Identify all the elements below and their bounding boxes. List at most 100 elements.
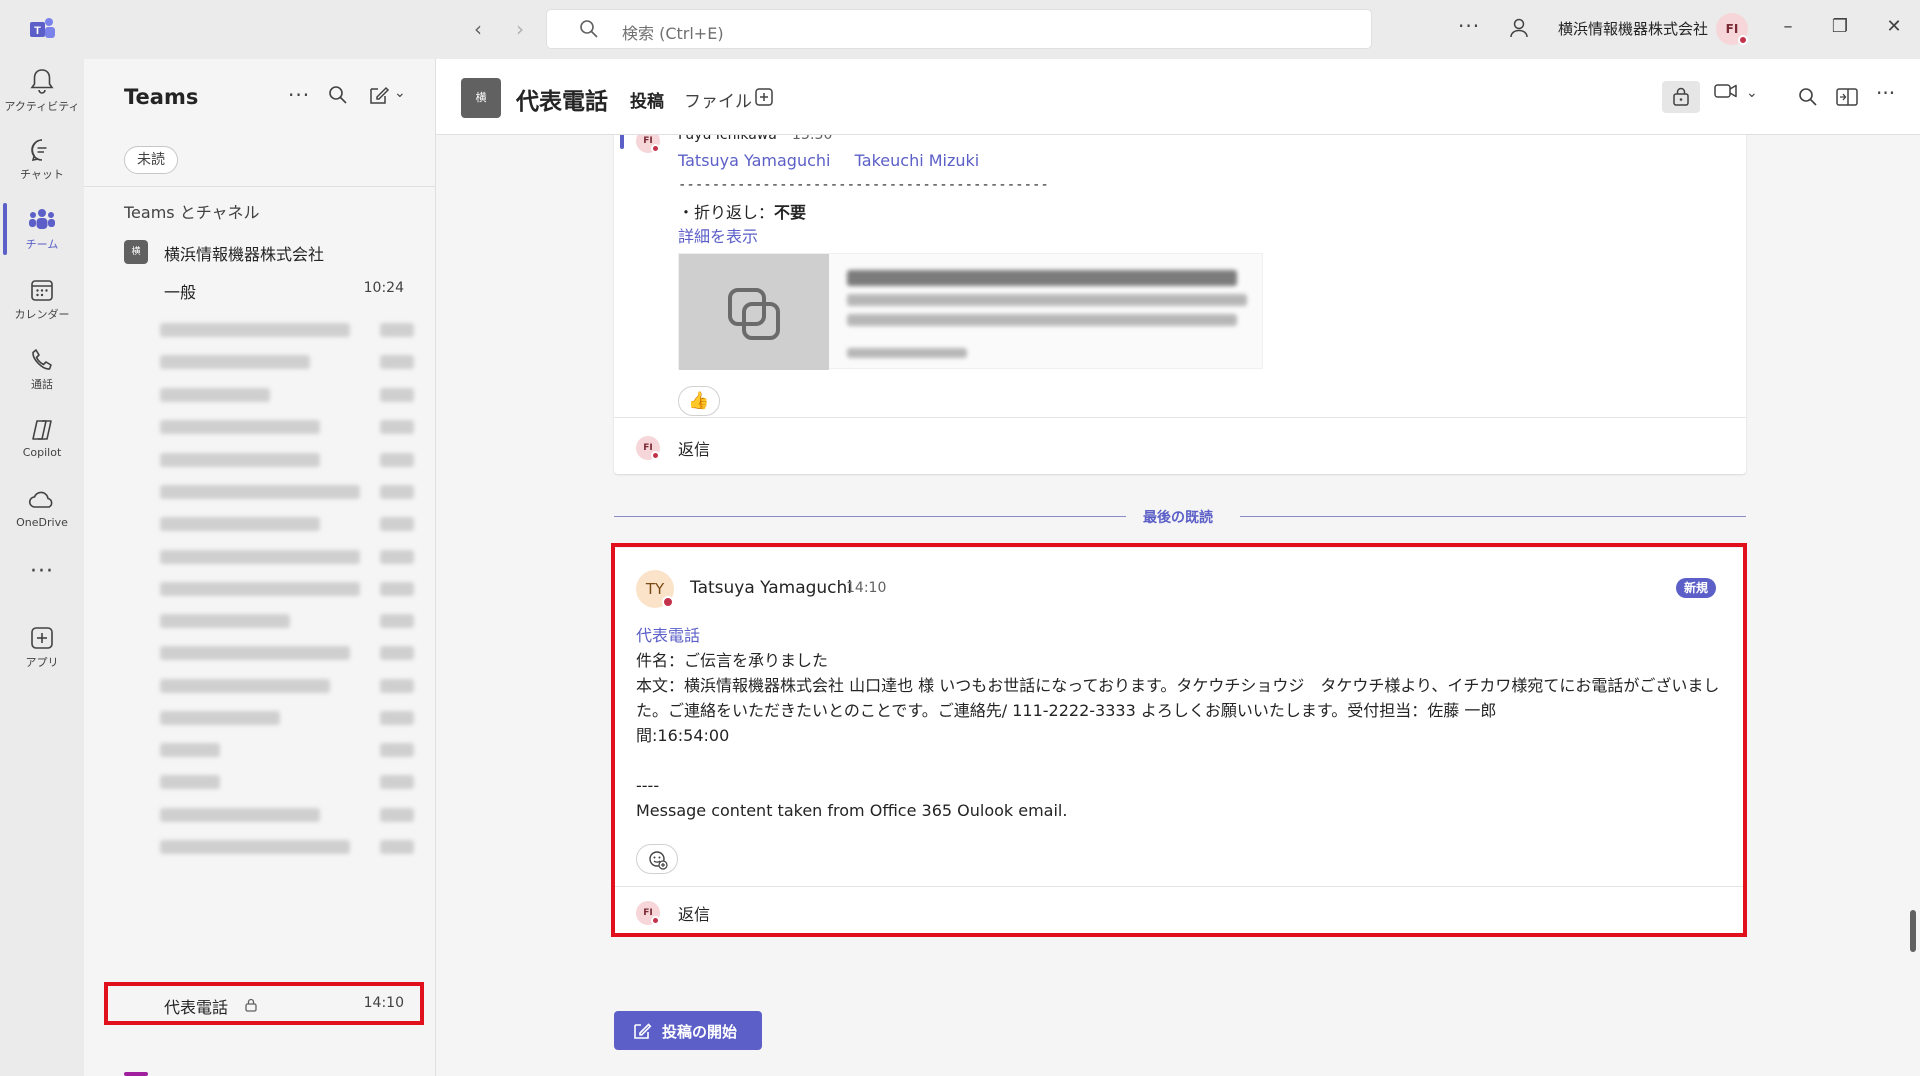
user-avatar[interactable]: FI bbox=[1716, 13, 1748, 45]
channel-title: 代表電話 bbox=[516, 89, 608, 115]
svg-text:T: T bbox=[34, 25, 41, 37]
last-read-divider: 最後の既読 bbox=[614, 507, 1746, 527]
mentions: Tatsuya Yamaguchi Takeuchi Mizuki bbox=[678, 151, 979, 170]
chevron-down-icon[interactable]: ⌄ bbox=[394, 85, 406, 101]
mention-link[interactable]: Takeuchi Mizuki bbox=[855, 151, 980, 170]
more-apps-icon[interactable]: ··· bbox=[0, 559, 84, 599]
open-in-pane-icon[interactable] bbox=[1836, 87, 1858, 107]
minimize-icon[interactable]: – bbox=[1776, 16, 1800, 37]
pane-title: Teams bbox=[124, 85, 199, 109]
selected-channel-highlight bbox=[104, 982, 424, 1025]
phone-icon bbox=[32, 349, 52, 370]
search-icon bbox=[580, 20, 598, 38]
compose-icon[interactable] bbox=[368, 85, 390, 105]
bell-icon bbox=[30, 69, 54, 94]
reply-row[interactable]: FI 返信 bbox=[614, 417, 1746, 475]
channel-name: 一般 bbox=[164, 283, 197, 302]
rail-label: アクティビティ bbox=[4, 100, 80, 113]
link-chain-icon bbox=[728, 288, 780, 340]
presence-busy-icon bbox=[1738, 35, 1748, 45]
copilot-icon bbox=[32, 420, 52, 440]
presence-busy-icon bbox=[651, 144, 660, 153]
like-reaction[interactable]: 👍 bbox=[678, 386, 720, 416]
app-rail: アクティビティ チャット チーム カレンダー 通話 Copilot OneDri… bbox=[0, 59, 84, 1076]
search-placeholder: 検索 (Ctrl+E) bbox=[622, 24, 724, 43]
reply-avatar: FI bbox=[636, 436, 660, 460]
reply-label: 返信 bbox=[678, 440, 711, 459]
message-card-previous: FI Fuyu Ichikawa 13:30 Tatsuya Yamaguchi… bbox=[614, 135, 1746, 474]
title-bar: T ‹ › 検索 (Ctrl+E) ··· 横浜情報機器株式会社 FI – ❐ … bbox=[0, 0, 1920, 59]
user-initials: FI bbox=[1725, 22, 1739, 36]
search-input[interactable]: 検索 (Ctrl+E) bbox=[546, 9, 1372, 49]
section-header[interactable]: Teams とチャネル bbox=[124, 199, 260, 223]
channel-item-general[interactable]: 一般 10:24 bbox=[164, 279, 404, 303]
redacted-preview-text bbox=[847, 294, 1247, 306]
chat-icon bbox=[31, 139, 47, 162]
rail-label: OneDrive bbox=[16, 516, 68, 529]
lock-bag-icon bbox=[1673, 87, 1689, 106]
channel-search-icon[interactable] bbox=[1798, 87, 1818, 107]
filter-search-icon[interactable] bbox=[328, 85, 348, 105]
rail-label: 通話 bbox=[31, 378, 53, 391]
rail-calendar[interactable]: カレンダー bbox=[0, 277, 84, 341]
close-icon[interactable]: ✕ bbox=[1882, 16, 1906, 37]
team-name: 横浜情報機器株式会社 bbox=[164, 245, 325, 264]
channel-list-pane: Teams ··· ⌄ 未読 Teams とチャネル 横 横浜情報機器株式会社 … bbox=[84, 59, 436, 1076]
teams-icon bbox=[29, 209, 55, 229]
rail-chat[interactable]: チャット bbox=[0, 137, 84, 201]
cloud-icon bbox=[28, 491, 53, 508]
next-team-badge bbox=[124, 1072, 148, 1076]
add-app-icon bbox=[31, 627, 53, 649]
callback-line: ・折り返し：不要 bbox=[678, 199, 806, 223]
rail-apps[interactable]: アプリ bbox=[0, 625, 84, 689]
separator-line: ----------------------------------------… bbox=[678, 177, 1049, 193]
back-arrow-icon[interactable]: ‹ bbox=[468, 18, 488, 40]
meet-button[interactable] bbox=[1714, 81, 1738, 105]
callback-value: 不要 bbox=[774, 203, 807, 222]
video-camera-icon bbox=[1714, 84, 1737, 98]
mention-link[interactable]: Tatsuya Yamaguchi bbox=[678, 151, 830, 170]
rail-label: アプリ bbox=[25, 656, 59, 669]
org-name[interactable]: 横浜情報機器株式会社 bbox=[1558, 18, 1708, 39]
conversation-area: FI Fuyu Ichikawa 13:30 Tatsuya Yamaguchi… bbox=[436, 135, 1920, 1076]
add-tab-icon[interactable] bbox=[754, 87, 774, 107]
redacted-preview-text bbox=[847, 314, 1237, 326]
meet-chevron-down-icon[interactable]: ⌄ bbox=[1746, 85, 1758, 101]
forward-arrow-icon[interactable]: › bbox=[510, 18, 530, 40]
author-avatar[interactable]: FI bbox=[636, 135, 660, 153]
rail-copilot[interactable]: Copilot bbox=[0, 417, 84, 481]
redacted-preview-title bbox=[847, 270, 1237, 286]
presence-busy-icon bbox=[651, 451, 660, 460]
rail-calls[interactable]: 通話 bbox=[0, 347, 84, 411]
more-options-icon[interactable]: ··· bbox=[1458, 14, 1480, 38]
rail-activity[interactable]: アクティビティ bbox=[0, 67, 84, 131]
pane-more-icon[interactable]: ··· bbox=[288, 83, 310, 107]
channel-badge: 横 bbox=[461, 78, 501, 118]
rail-label: チャット bbox=[20, 168, 64, 181]
channel-more-icon[interactable]: ··· bbox=[1876, 81, 1895, 105]
rail-label: カレンダー bbox=[14, 308, 70, 321]
show-more-link[interactable]: 詳細を表示 bbox=[678, 223, 758, 247]
link-preview-thumbnail bbox=[679, 254, 829, 370]
last-read-label: 最後の既読 bbox=[1143, 510, 1213, 526]
link-preview-card[interactable] bbox=[678, 253, 1263, 370]
tab-files[interactable]: ファイル bbox=[684, 87, 752, 112]
start-post-label: 投稿の開始 bbox=[662, 1023, 738, 1041]
unread-filter[interactable]: 未読 bbox=[124, 146, 178, 174]
callback-label: ・折り返し： bbox=[678, 203, 775, 222]
compose-icon bbox=[634, 1023, 652, 1039]
people-icon[interactable] bbox=[1507, 16, 1531, 40]
channel-info-button[interactable] bbox=[1662, 81, 1700, 113]
author-name[interactable]: Fuyu Ichikawa bbox=[678, 135, 777, 143]
redacted-preview-domain bbox=[847, 348, 967, 358]
restore-icon[interactable]: ❐ bbox=[1828, 16, 1852, 37]
scrollbar-thumb[interactable] bbox=[1910, 910, 1916, 952]
rail-onedrive[interactable]: OneDrive bbox=[0, 487, 84, 551]
rail-teams[interactable]: チーム bbox=[0, 207, 84, 271]
divider bbox=[84, 186, 435, 187]
tab-posts[interactable]: 投稿 bbox=[630, 87, 664, 112]
start-post-button[interactable]: 投稿の開始 bbox=[614, 1011, 762, 1050]
calendar-icon bbox=[31, 280, 53, 301]
teams-logo-icon[interactable]: T bbox=[28, 16, 56, 42]
new-message-highlight bbox=[611, 543, 1747, 937]
